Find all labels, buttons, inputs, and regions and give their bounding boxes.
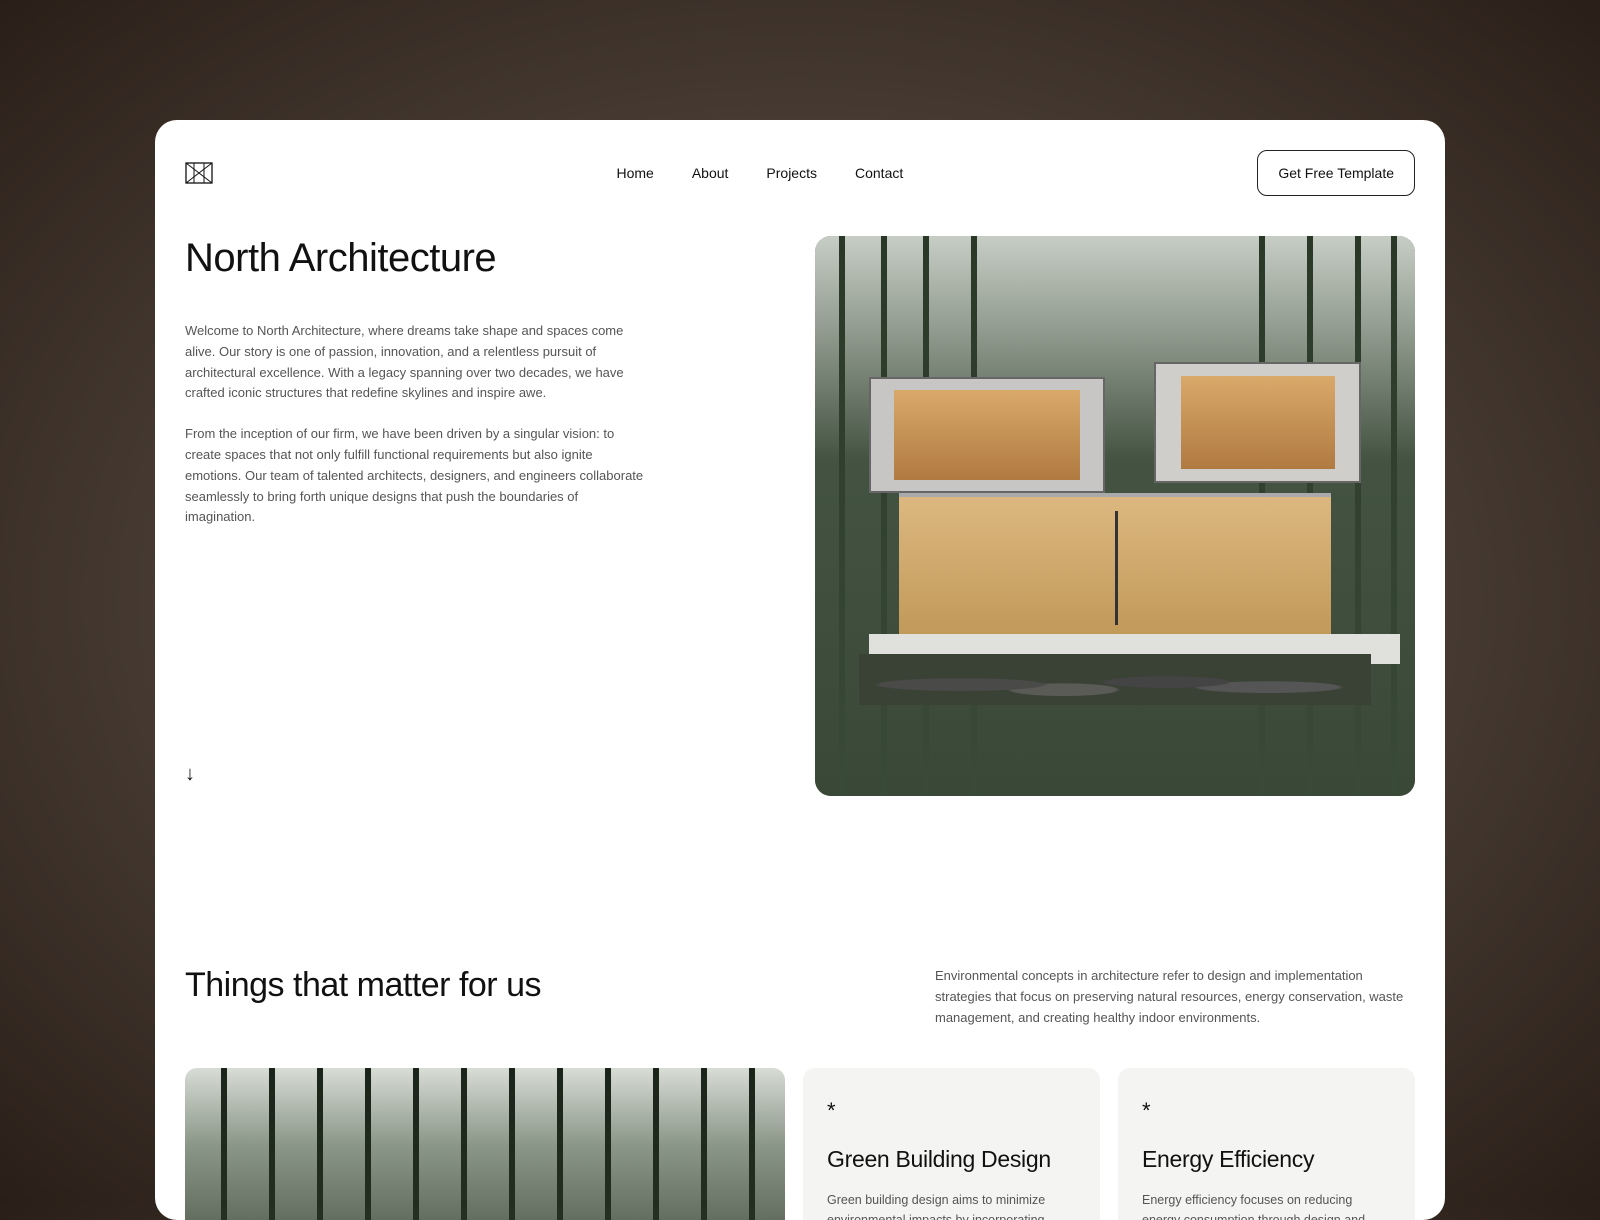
star-icon: * <box>1142 1098 1391 1124</box>
nav-link-about[interactable]: About <box>692 165 729 181</box>
card-title: Green Building Design <box>827 1146 1076 1173</box>
nav-link-home[interactable]: Home <box>616 165 653 181</box>
card-body: Energy efficiency focuses on reducing en… <box>1142 1191 1391 1220</box>
scroll-down-icon[interactable]: ↓ <box>185 763 775 786</box>
card-energy-efficiency: * Energy Efficiency Energy efficiency fo… <box>1118 1068 1415 1220</box>
hero-paragraph-2: From the inception of our firm, we have … <box>185 424 645 528</box>
page: Home About Projects Contact Get Free Tem… <box>155 120 1445 1220</box>
section-matters: Things that matter for us Environmental … <box>185 966 1415 1028</box>
star-icon: * <box>827 1098 1076 1124</box>
hero: North Architecture Welcome to North Arch… <box>185 236 1415 796</box>
card-title: Energy Efficiency <box>1142 1146 1391 1173</box>
top-nav: Home About Projects Contact Get Free Tem… <box>185 150 1415 196</box>
forest-image-card <box>185 1068 785 1220</box>
card-body: Green building design aims to minimize e… <box>827 1191 1076 1220</box>
hero-paragraph-1: Welcome to North Architecture, where dre… <box>185 321 645 404</box>
hero-image <box>815 236 1415 796</box>
logo-icon <box>185 162 213 184</box>
page-title: North Architecture <box>185 236 775 281</box>
get-template-button[interactable]: Get Free Template <box>1257 150 1415 196</box>
hero-left: North Architecture Welcome to North Arch… <box>185 236 775 796</box>
cards-row: * Green Building Design Green building d… <box>185 1068 1415 1220</box>
nav-link-contact[interactable]: Contact <box>855 165 903 181</box>
logo[interactable] <box>185 162 213 184</box>
card-green-building: * Green Building Design Green building d… <box>803 1068 1100 1220</box>
section-subtitle: Environmental concepts in architecture r… <box>935 966 1415 1028</box>
nav-links: Home About Projects Contact <box>616 165 903 181</box>
nav-link-projects[interactable]: Projects <box>766 165 817 181</box>
section-heading: Things that matter for us <box>185 966 835 1005</box>
